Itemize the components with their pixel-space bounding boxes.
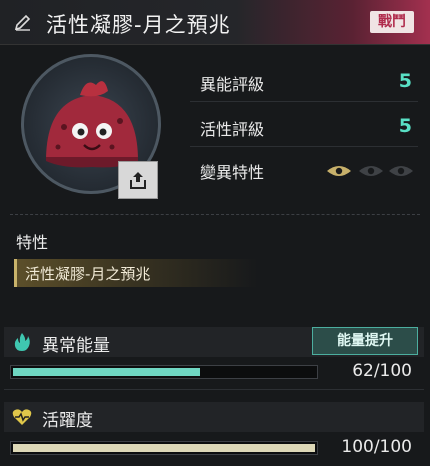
- section-divider: [10, 214, 420, 215]
- ability-rating-label: 異能評級: [200, 75, 265, 94]
- energy-label: 異常能量: [42, 336, 110, 356]
- divider: [4, 389, 424, 390]
- flame-icon: [14, 333, 30, 351]
- share-icon: [130, 172, 146, 189]
- trait-label: 活性凝膠-月之預兆: [25, 265, 151, 283]
- mutation-eye-indicators: [326, 163, 416, 179]
- vitality-bar: [10, 441, 318, 455]
- mutation-trait-label: 變異特性: [200, 163, 265, 182]
- divider: [190, 146, 418, 147]
- trait-item[interactable]: 活性凝膠-月之預兆: [14, 259, 257, 287]
- eye-icon: [359, 166, 383, 176]
- eye-icon: [389, 166, 413, 176]
- combat-tag: 戰鬥: [370, 11, 414, 33]
- activity-rating-label: 活性評級: [200, 120, 265, 139]
- ability-rating-value: 5: [398, 70, 412, 92]
- eye-icon: [327, 166, 351, 176]
- energy-bar-fill: [13, 368, 200, 376]
- share-button[interactable]: [118, 161, 158, 199]
- heart-pulse-icon: [12, 409, 32, 425]
- pencil-icon[interactable]: [14, 13, 32, 31]
- vitality-header: 活躍度: [4, 402, 424, 432]
- activity-rating-value: 5: [398, 115, 412, 137]
- vitality-value: 100/100: [341, 437, 412, 457]
- traits-title: 特性: [16, 233, 49, 252]
- vitality-label: 活躍度: [42, 411, 93, 431]
- header-bar: 活性凝膠-月之預兆 戰鬥: [0, 0, 430, 45]
- energy-value: 62/100: [352, 361, 412, 381]
- divider: [190, 101, 418, 102]
- vitality-bar-fill: [13, 444, 315, 452]
- creature-name: 活性凝膠-月之預兆: [46, 13, 231, 37]
- energy-bar: [10, 365, 318, 379]
- energy-boost-button[interactable]: 能量提升: [312, 327, 418, 355]
